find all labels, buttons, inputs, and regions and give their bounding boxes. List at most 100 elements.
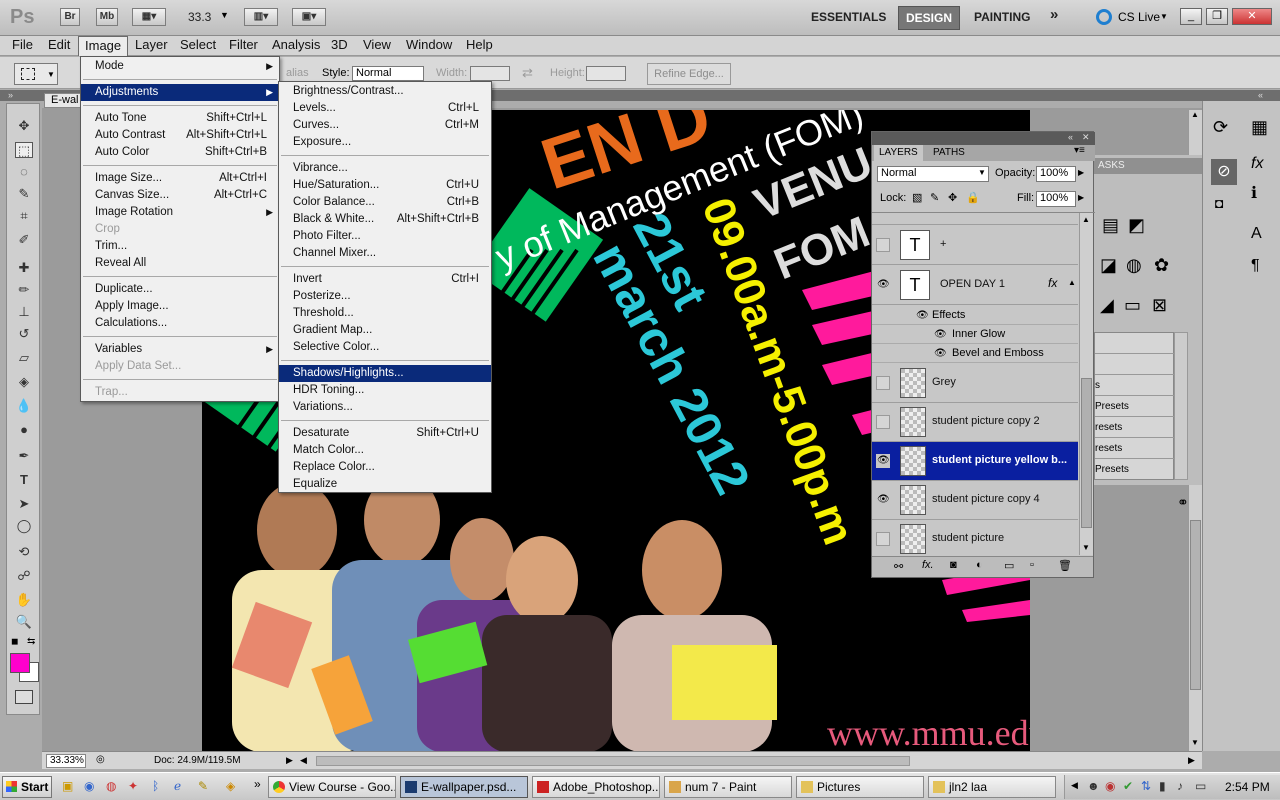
character-panel-icon[interactable]: A (1251, 225, 1262, 243)
levels-adjust-icon[interactable]: ▤ (1102, 215, 1119, 236)
eyedropper-tool-icon[interactable]: ✐ (15, 232, 33, 248)
quicklaunch-extra-icon[interactable]: ◈ (226, 779, 235, 793)
gradient-adjust-icon[interactable]: ▭ (1124, 295, 1141, 316)
task-jln2[interactable]: jln2 laa (928, 776, 1056, 798)
fill-slider-icon[interactable]: ▶ (1078, 193, 1084, 202)
visibility-toggle[interactable] (876, 415, 890, 429)
task-photoshop[interactable]: E-wallpaper.psd... (400, 776, 528, 798)
visibility-toggle[interactable] (876, 376, 890, 390)
minimize-button[interactable]: _ (1180, 8, 1202, 25)
task-pictures[interactable]: Pictures (796, 776, 924, 798)
cs-live-label[interactable]: CS Live (1118, 10, 1160, 24)
menu-item-apply-image[interactable]: Apply Image... (81, 298, 279, 315)
eraser-tool-icon[interactable]: ▱ (15, 350, 33, 366)
quick-mask-icon[interactable] (15, 690, 33, 704)
menu-item-shadows-highlights[interactable]: Shadows/Highlights... (279, 365, 491, 382)
menu-image[interactable]: Image (78, 36, 129, 56)
color-balance-adjust-icon[interactable]: ✿ (1154, 255, 1169, 276)
menu-analysis[interactable]: Analysis (266, 36, 326, 56)
workspace-essentials[interactable]: ESSENTIALS (811, 10, 886, 24)
preset-row[interactable]: Presets (1095, 396, 1175, 417)
menu-item-invert[interactable]: Invert Ctrl+I (279, 271, 491, 288)
task-pdf[interactable]: Adobe_Photoshop... (532, 776, 660, 798)
layer-row-partial[interactable] (872, 213, 1078, 225)
quicklaunch-more-icon[interactable]: » (254, 777, 261, 791)
lock-transparent-icon[interactable]: ▧ (912, 191, 922, 204)
mini-bridge-button[interactable]: Mb (96, 8, 118, 26)
paragraph-panel-icon[interactable]: ¶ (1251, 257, 1260, 275)
cs-live-dropdown-icon[interactable]: ▼ (1160, 12, 1168, 21)
view-extras-button[interactable]: ▦▾ (132, 8, 166, 26)
style-select[interactable]: Normal (352, 66, 424, 81)
blend-mode-select[interactable]: Normal (877, 166, 989, 182)
healing-brush-tool-icon[interactable]: ✚ (15, 260, 33, 276)
collapse-panel-icon[interactable]: « (1068, 132, 1073, 142)
layer-row-grey[interactable]: Grey (872, 364, 1078, 403)
menu-item-equalize[interactable]: Equalize (279, 476, 491, 493)
preset-row[interactable]: resets (1095, 438, 1175, 459)
menu-item-desaturate[interactable]: Desaturate Shift+Ctrl+U (279, 425, 491, 442)
height-field[interactable] (586, 66, 626, 81)
status-menu-arrow-icon[interactable]: ▶ (286, 755, 293, 766)
task-chrome[interactable]: View Course - Goo... (268, 776, 396, 798)
color-panel-icon[interactable]: ⊘ (1211, 159, 1237, 185)
paint-bucket-tool-icon[interactable]: ◈ (15, 374, 33, 390)
menu-help[interactable]: Help (460, 36, 499, 56)
menu-file[interactable]: File (6, 36, 39, 56)
tab-paths[interactable]: PATHS (928, 145, 970, 161)
presets-list[interactable]: s Presets resets resets Presets (1094, 332, 1175, 480)
dodge-tool-icon[interactable]: ● (15, 422, 33, 438)
tray-expand-icon[interactable]: ◀ (1071, 780, 1078, 791)
eye-icon[interactable]: 👁 (916, 306, 929, 325)
quicklaunch-media-icon[interactable]: ◍ (106, 779, 116, 793)
zoom-dropdown-icon[interactable]: ▼ (220, 10, 229, 20)
3d-rotate-tool-icon[interactable]: ⟲ (15, 544, 33, 560)
panel-menu-icon[interactable]: ▾≡ (1074, 145, 1085, 156)
menu-item-match-color[interactable]: Match Color... (279, 442, 491, 459)
menu-item-selective-color[interactable]: Selective Color... (279, 339, 491, 356)
workspace-design[interactable]: DESIGN (898, 6, 961, 30)
bw-adjust-icon[interactable]: ◢ (1100, 295, 1114, 316)
lock-pixels-icon[interactable]: ✎ (930, 191, 939, 204)
opacity-field[interactable]: 100% (1036, 166, 1076, 182)
menu-item-threshold[interactable]: Threshold... (279, 305, 491, 322)
menu-item-reveal-all[interactable]: Reveal All (81, 255, 279, 272)
move-tool-icon[interactable]: ✥ (15, 118, 33, 134)
quicklaunch-tool-icon[interactable]: ✎ (198, 779, 208, 793)
more-workspaces-icon[interactable]: » (1050, 6, 1058, 23)
curves-adjust-icon[interactable]: ◩ (1128, 215, 1145, 236)
lock-position-icon[interactable]: ✥ (948, 191, 957, 204)
quicklaunch-browser-icon[interactable]: ◉ (84, 779, 94, 793)
shape-tool-icon[interactable]: ◯ (15, 518, 33, 534)
tray-display-icon[interactable]: ▭ (1195, 779, 1206, 793)
add-style-icon[interactable]: fx. (922, 559, 934, 571)
scroll-left-icon[interactable]: ◀ (300, 755, 307, 766)
scroll-up-icon[interactable]: ▲ (1191, 110, 1199, 119)
tray-security-icon[interactable]: ◉ (1105, 779, 1115, 793)
menu-view[interactable]: View (357, 36, 397, 56)
screen-mode-button[interactable]: ▣▾ (292, 8, 326, 26)
layer-row-open-day-1[interactable]: 👁 T OPEN DAY 1 fx ▲ (872, 266, 1078, 305)
menu-item-black-white[interactable]: Black & White... Alt+Shift+Ctrl+B (279, 211, 491, 228)
tray-check-icon[interactable]: ✔ (1123, 779, 1133, 793)
presets-scrollbar[interactable] (1174, 332, 1188, 480)
arrange-documents-button[interactable]: ▥▾ (244, 8, 278, 26)
menu-item-mode[interactable]: Mode ▶ (81, 58, 279, 75)
opacity-slider-icon[interactable]: ▶ (1078, 168, 1084, 177)
menu-item-duplicate[interactable]: Duplicate... (81, 281, 279, 298)
vertical-scroll-thumb[interactable] (1190, 520, 1201, 690)
menu-item-variations[interactable]: Variations... (279, 399, 491, 416)
fx-icon[interactable]: fx (1048, 276, 1057, 290)
foreground-color-swatch[interactable] (10, 653, 30, 673)
status-info-icon[interactable]: ◎ (96, 754, 105, 765)
scroll-right-icon[interactable]: ▶ (1188, 755, 1195, 766)
quick-select-tool-icon[interactable]: ✎ (15, 186, 33, 202)
tray-user-icon[interactable]: ☻ (1087, 779, 1100, 793)
zoom-level-display[interactable]: 33.3 (188, 10, 211, 24)
history-panel-icon[interactable]: ⟳ (1213, 117, 1228, 138)
eye-icon[interactable]: 👁 (876, 278, 890, 292)
menu-item-calculations[interactable]: Calculations... (81, 315, 279, 332)
menu-item-brightness-contrast[interactable]: Brightness/Contrast... (279, 83, 491, 100)
link-panel-icon[interactable]: ⚭ (1177, 494, 1189, 511)
menu-item-image-rotation[interactable]: Image Rotation ▶ (81, 204, 279, 221)
